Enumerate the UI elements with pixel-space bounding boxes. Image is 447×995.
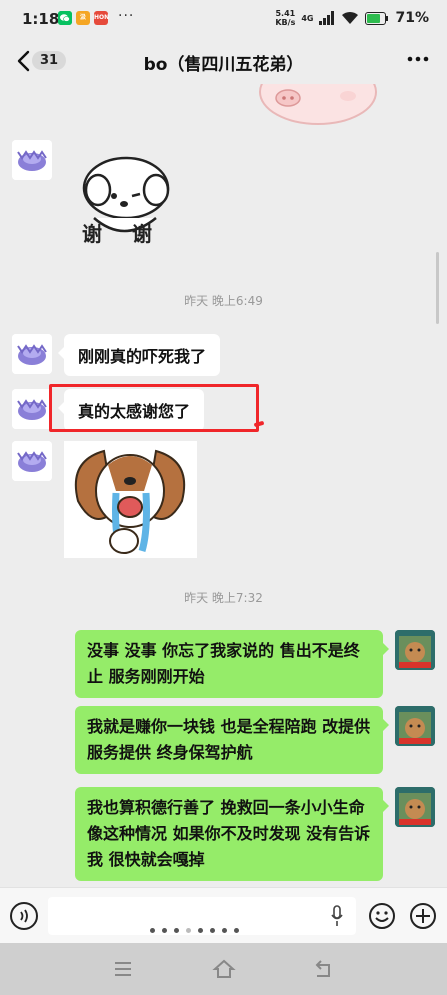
message-bubble-received[interactable]: 刚刚真的吓死我了 xyxy=(57,334,221,376)
microphone-icon[interactable] xyxy=(330,905,344,927)
more-options-icon[interactable] xyxy=(407,56,429,62)
timestamp: 昨天 晚上6:49 xyxy=(184,294,263,308)
message-bubble-sent[interactable]: 我也算积德行善了 挽救回一条小小生命 像这种情况 如果你不及时发现 没有告诉我 … xyxy=(75,787,389,881)
status-bar: 1:18 汲 HON ··· 5.41 KB/s 4G 71% xyxy=(0,0,447,38)
app-yellow-icon: 汲 xyxy=(76,11,90,25)
wifi-icon xyxy=(342,11,359,24)
contact-avatar[interactable] xyxy=(12,140,52,180)
message-list[interactable]: 谢谢 昨天 晚上6:49 刚刚真的吓死我了 真的太感谢您了 昨天 晚上7:32 … xyxy=(0,84,447,887)
battery-percent: 71% xyxy=(395,10,429,26)
self-avatar[interactable] xyxy=(395,787,435,827)
highlight-annotation-tail xyxy=(253,420,265,428)
scrollbar[interactable] xyxy=(436,252,439,324)
net-speed-unit: KB/s xyxy=(275,18,296,27)
home-nav-icon[interactable] xyxy=(212,959,236,979)
net-speed-value: 5.41 xyxy=(275,9,296,18)
contact-avatar[interactable] xyxy=(12,334,52,374)
app-red-icon: HON xyxy=(94,11,109,25)
voice-wave-icon xyxy=(20,909,28,923)
net-speed: 5.41 KB/s xyxy=(275,9,295,27)
crying-dog-sticker[interactable] xyxy=(64,441,197,558)
status-more-icon: ··· xyxy=(118,8,135,24)
message-bubble-sent[interactable]: 我就是赚你一块钱 也是全程陪跑 改提供服务提供 终身保驾护航 xyxy=(75,706,389,774)
chat-header: 31 bo（售四川五花弟） xyxy=(0,38,447,84)
chat-title: bo（售四川五花弟） xyxy=(143,55,304,75)
contact-avatar[interactable] xyxy=(12,389,52,429)
status-app-icons: 汲 HON xyxy=(58,11,109,25)
status-time: 1:18 xyxy=(22,10,60,28)
highlight-annotation xyxy=(49,384,259,432)
wechat-icon xyxy=(58,11,72,25)
message-bubble-sent[interactable]: 没事 没事 你忘了我家说的 售出不是终止 服务刚刚开始 xyxy=(75,630,389,698)
signal-icon xyxy=(319,11,335,25)
contact-avatar[interactable] xyxy=(12,441,52,481)
pig-sticker[interactable] xyxy=(258,84,380,126)
battery-icon xyxy=(365,11,389,25)
menu-nav-icon[interactable] xyxy=(112,959,134,979)
self-avatar[interactable] xyxy=(395,630,435,670)
input-toolbar xyxy=(0,887,447,943)
emoji-icon[interactable] xyxy=(368,902,396,930)
thanks-sticker-caption: 谢谢 xyxy=(82,222,182,246)
system-nav-bar xyxy=(0,943,447,995)
back-nav-icon[interactable] xyxy=(312,959,334,979)
voice-input-button[interactable] xyxy=(10,902,38,930)
keyboard-page-indicator xyxy=(150,928,239,933)
timestamp: 昨天 晚上7:32 xyxy=(184,591,263,605)
network-type: 4G xyxy=(301,13,314,23)
plus-icon[interactable] xyxy=(409,902,437,930)
self-avatar[interactable] xyxy=(395,706,435,746)
